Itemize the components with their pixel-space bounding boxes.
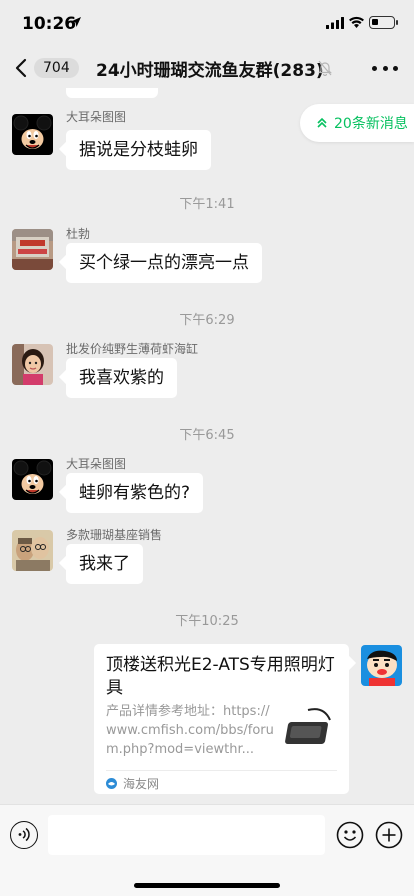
battery-level (372, 19, 378, 25)
chat-title: 24小时珊瑚交流鱼友群(283) (96, 61, 324, 81)
message-sender: 大耳朵图图 (66, 457, 127, 471)
chat-timestamp: 下午6:29 (179, 313, 235, 328)
message-sender: 批发价纯野生薄荷虾海缸 (66, 342, 199, 356)
voice-wave-icon (18, 827, 30, 842)
source-site-icon (106, 777, 117, 789)
avatar-dubo[interactable] (12, 229, 53, 270)
message-input[interactable] (48, 815, 325, 855)
more-options-button[interactable] (372, 56, 398, 80)
voice-input-button[interactable] (10, 821, 38, 849)
lamp-thumbnail-icon (284, 702, 338, 754)
message-bubble[interactable]: 我喜欢紫的 (66, 358, 177, 398)
chat-timestamp: 下午10:25 (175, 614, 239, 629)
status-time: 10:26 (22, 14, 77, 34)
message-bubble[interactable]: 蛙卵有紫色的? (66, 473, 204, 513)
chat-messages[interactable]: 大耳朵图图 据说是分枝蛙卵 下午1:41 杜勃 买个绿一点的漂亮一点 下午6:2… (0, 88, 414, 804)
dot-icon (382, 65, 388, 71)
mickey-avatar-icon (12, 114, 53, 155)
message-sender: 大耳朵图图 (66, 110, 127, 124)
chat-timestamp: 下午1:41 (179, 197, 235, 212)
mute-bell-icon (318, 60, 332, 76)
building-avatar-icon (12, 229, 53, 270)
avatar-datuotu[interactable] (12, 114, 53, 155)
dot-icon (393, 65, 398, 71)
back-button[interactable]: 704 (12, 54, 79, 82)
my-avatar[interactable] (361, 645, 402, 686)
avatar-pifajia[interactable] (12, 344, 53, 385)
link-card-description: 产品详情参考地址：https://www.cmfish.com/bbs/foru… (106, 704, 274, 757)
status-bar: 10:26 (0, 0, 414, 48)
double-chevron-up-icon (317, 117, 327, 128)
cartoon-couple-avatar-icon (12, 530, 53, 571)
battery-icon (369, 16, 398, 29)
avatar-duokuan[interactable] (12, 530, 53, 571)
chat-timestamp: 下午6:45 (179, 428, 235, 443)
input-bar (0, 804, 414, 896)
message-bubble[interactable]: 据说是分枝蛙卵 (66, 130, 211, 170)
more-functions-plus-button[interactable] (375, 821, 403, 849)
message-sender: 多款珊瑚基座销售 (66, 528, 163, 542)
new-messages-label: 20条新消息 (334, 116, 408, 132)
message-sender: 杜勃 (66, 227, 91, 241)
crayon-shinchan-avatar-icon (361, 645, 402, 686)
previous-message-bubble (66, 88, 158, 98)
link-card-title: 顶楼送积光E2-ATS专用照明灯具 (106, 655, 335, 698)
dot-icon (372, 65, 377, 71)
link-card-divider (106, 770, 337, 771)
home-indicator[interactable] (134, 883, 280, 888)
message-bubble[interactable]: 我来了 (66, 544, 143, 584)
chevron-left-icon (15, 58, 27, 78)
emoji-button[interactable] (336, 821, 364, 849)
child-photo-avatar-icon (12, 344, 53, 385)
new-messages-button[interactable]: 20条新消息 (300, 104, 414, 142)
wifi-icon (349, 16, 364, 28)
mickey-avatar-icon (12, 459, 53, 500)
link-card-message[interactable]: 顶楼送积光E2-ATS专用照明灯具 产品详情参考地址：https://www.c… (94, 644, 349, 794)
link-card-source: 海友网 (106, 775, 159, 791)
unread-count-badge: 704 (34, 58, 79, 78)
nav-bar: 704 24小时珊瑚交流鱼友群(283) (0, 48, 414, 88)
avatar-datuotu[interactable] (12, 459, 53, 500)
link-card-source-name: 海友网 (123, 776, 160, 791)
message-bubble[interactable]: 买个绿一点的漂亮一点 (66, 243, 262, 283)
location-arrow-icon (71, 17, 81, 27)
cellular-signal-icon (326, 17, 344, 29)
